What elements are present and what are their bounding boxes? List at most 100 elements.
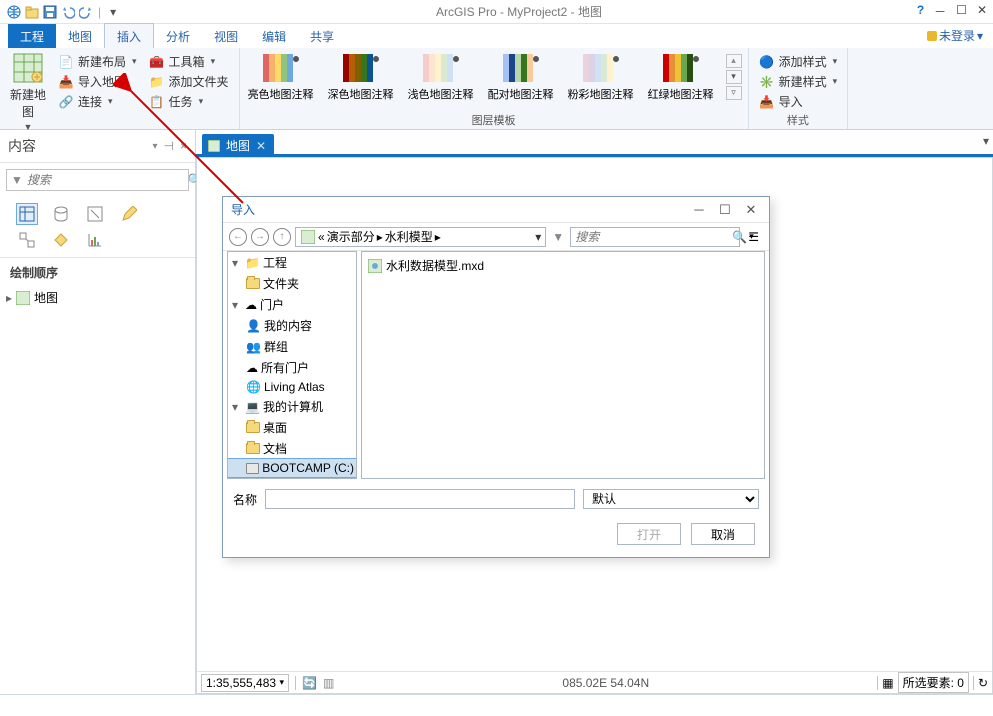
qat-undo-icon[interactable] (60, 4, 76, 20)
new-style-button[interactable]: ✳️新建样式▾ (755, 72, 842, 91)
map-tab-close-icon[interactable]: ✕ (256, 139, 266, 153)
import-style-button[interactable]: 📥导入 (755, 92, 842, 111)
task-button[interactable]: 📋任务▾ (145, 92, 233, 111)
tree-documents[interactable]: 文档 (228, 438, 356, 459)
tree-desktop[interactable]: 桌面 (228, 417, 356, 438)
tab-insert[interactable]: 插入 (104, 23, 154, 48)
add-folder-button[interactable]: 📁添加文件夹 (145, 72, 233, 91)
nav-fwd-icon[interactable]: → (251, 228, 269, 246)
qat-sep: | (98, 5, 101, 19)
add-style-button[interactable]: 🔵添加样式▾ (755, 52, 842, 71)
toc-map-item[interactable]: ▸ 地图 (0, 287, 195, 308)
mxd-icon (368, 259, 382, 273)
breadcrumb[interactable]: « 演示部分 ▸ 水利模型 ▸ ▾ (295, 227, 546, 247)
filter-icon[interactable]: ▼ (11, 173, 23, 187)
gallery-up-icon[interactable]: ▴ (726, 54, 742, 68)
filter-icon[interactable]: ▼ (550, 230, 566, 244)
tab-project[interactable]: 工程 (8, 24, 56, 48)
qat-save-icon[interactable] (42, 4, 58, 20)
cancel-button[interactable]: 取消 (691, 523, 755, 545)
template-dark[interactable]: 深色地图注释 (326, 50, 396, 104)
ribbon-group-styles: 🔵添加样式▾ ✳️新建样式▾ 📥导入 样式 (749, 48, 849, 129)
tab-edit[interactable]: 编辑 (250, 24, 298, 48)
dialog-search-input[interactable] (575, 230, 732, 244)
tab-analysis[interactable]: 分析 (154, 24, 202, 48)
qat-redo-icon[interactable] (78, 4, 94, 20)
nav-back-icon[interactable]: ← (229, 228, 247, 246)
tree-project[interactable]: ▾📁工程 (228, 252, 356, 273)
dialog-file-list[interactable]: 水利数据模型.mxd (361, 251, 765, 479)
pane-options-icon[interactable]: ▾ (153, 141, 158, 152)
help-icon[interactable]: ? (917, 3, 924, 20)
pause-icon[interactable]: ▥ (323, 676, 334, 690)
tree-folder[interactable]: 文件夹 (228, 273, 356, 294)
pane-close-icon[interactable]: × (180, 139, 187, 153)
dialog-maximize-icon[interactable]: ☐ (715, 202, 735, 218)
toolbox-button[interactable]: 🧰工具箱▾ (145, 52, 233, 71)
selection-icon[interactable]: ▦ (882, 676, 893, 690)
maximize-icon[interactable]: ☐ (956, 3, 967, 20)
tree-groups[interactable]: 👥群组 (228, 336, 356, 357)
list-drawing-order-icon[interactable] (16, 203, 38, 225)
dialog-search[interactable]: 🔍 ▾ (570, 227, 740, 247)
list-source-icon[interactable] (50, 203, 72, 225)
folder-icon (246, 278, 260, 289)
new-map-button[interactable]: 新建地图 ▼ (6, 50, 50, 134)
tab-share[interactable]: 共享 (298, 24, 346, 48)
pane-pin-icon[interactable]: ⊣ (164, 139, 174, 153)
import-map-button[interactable]: 📥导入地图 (54, 72, 141, 91)
qat-globe-icon[interactable] (6, 4, 22, 20)
tree-drive-c[interactable]: BOOTCAMP (C:) (228, 459, 356, 477)
refresh-icon[interactable]: ↻ (978, 676, 988, 690)
contents-search[interactable]: ▼ 🔍 ▾ (6, 169, 189, 191)
qat-customize-icon[interactable]: ▾ (105, 4, 121, 20)
list-labeling-icon[interactable] (50, 229, 72, 251)
group-label-styles: 样式 (755, 112, 842, 129)
connections-icon: 🔗 (58, 94, 74, 110)
gallery-more-icon[interactable]: ▿ (726, 86, 742, 100)
tree-mycontent[interactable]: 👤我的内容 (228, 315, 356, 336)
view-menu-icon[interactable]: ▾ (983, 134, 989, 148)
dialog-close-icon[interactable]: ✕ (741, 202, 761, 218)
template-redgreen[interactable]: 红绿地图注释 (646, 50, 716, 104)
dialog-tree[interactable]: ▾📁工程 文件夹 ▾☁门户 👤我的内容 👥群组 ☁所有门户 🌐Living At… (227, 251, 357, 479)
template-light[interactable]: 浅色地图注释 (406, 50, 476, 104)
dialog-titlebar[interactable]: 导入 － ☐ ✕ (223, 197, 769, 223)
ribbon: 新建地图 ▼ 📄新建布局▾ 📥导入地图 🔗连接▾ 🧰工具箱▾ 📁添加文件夹 📋任… (0, 48, 993, 130)
list-snapping-icon[interactable] (16, 229, 38, 251)
ribbon-tabs: 工程 地图 插入 分析 视图 编辑 共享 未登录 ▾ (0, 24, 993, 48)
tab-view[interactable]: 视图 (202, 24, 250, 48)
nav-up-icon[interactable]: ↑ (273, 228, 291, 246)
type-select[interactable]: 默认 (583, 489, 759, 509)
template-bright[interactable]: 亮色地图注释 (246, 50, 316, 104)
dialog-title: 导入 (231, 201, 683, 218)
new-layout-button[interactable]: 📄新建布局▾ (54, 52, 141, 71)
tree-allportal[interactable]: ☁所有门户 (228, 357, 356, 378)
tree-computer[interactable]: ▾💻我的计算机 (228, 396, 356, 417)
scale-input[interactable]: 1:35,555,483▾ (201, 674, 289, 692)
open-button[interactable]: 打开 (617, 523, 681, 545)
list-chart-icon[interactable] (84, 229, 106, 251)
name-input[interactable] (265, 489, 575, 509)
tree-portal[interactable]: ▾☁门户 (228, 294, 356, 315)
project-icon: 📁 (245, 256, 260, 270)
minimize-icon[interactable]: － (934, 3, 946, 20)
tree-livingatlas[interactable]: 🌐Living Atlas (228, 378, 356, 396)
qat-open-icon[interactable] (24, 4, 40, 20)
dialog-minimize-icon[interactable]: － (689, 200, 709, 219)
template-paired[interactable]: 配对地图注释 (486, 50, 556, 104)
expand-icon[interactable]: ▸ (6, 291, 12, 305)
close-icon[interactable]: ✕ (977, 3, 987, 20)
list-editing-icon[interactable] (118, 203, 140, 225)
rotate-icon[interactable]: 🔄 (302, 676, 317, 690)
template-pastel[interactable]: 粉彩地图注释 (566, 50, 636, 104)
contents-search-input[interactable] (27, 173, 184, 187)
file-item[interactable]: 水利数据模型.mxd (366, 256, 760, 275)
view-mode-icon[interactable]: ☰ (744, 230, 763, 244)
tab-map[interactable]: 地图 (56, 24, 104, 48)
breadcrumb-dd-icon[interactable]: ▾ (535, 230, 541, 244)
login-status[interactable]: 未登录 ▾ (927, 27, 983, 44)
gallery-down-icon[interactable]: ▾ (726, 70, 742, 84)
list-selection-icon[interactable] (84, 203, 106, 225)
connections-button[interactable]: 🔗连接▾ (54, 92, 141, 111)
